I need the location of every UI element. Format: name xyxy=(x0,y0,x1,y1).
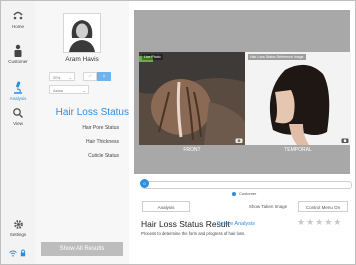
home-icon xyxy=(13,11,23,20)
menu-item-cuticle[interactable]: Cuticle Status xyxy=(35,153,119,159)
temporal-photo[interactable]: Hair Loss Status Reference Image xyxy=(245,52,351,145)
front-photo[interactable]: Live Photo xyxy=(139,52,245,145)
nav-customer[interactable]: Customer xyxy=(1,44,35,64)
gender-male-toggle[interactable]: ♂ xyxy=(83,72,97,81)
rating-stars: ★★★★★ xyxy=(297,217,343,227)
menu-item-hair-thickness[interactable]: Hair Thickness xyxy=(35,139,119,145)
timeline-knob[interactable]: 0 xyxy=(140,179,149,188)
customer-name: Aram Havis xyxy=(65,56,99,63)
image-viewer: Live Photo Hair Loss Status Reference Im… xyxy=(134,10,351,174)
avatar xyxy=(63,13,101,53)
app-window: Home Customer Analysis View Settings Ara… xyxy=(0,0,356,265)
microscope-icon xyxy=(14,81,22,94)
temporal-label: TEMPORAL xyxy=(284,147,312,153)
show-taken-image-button[interactable]: Show Taken Image xyxy=(244,201,292,212)
magnifier-icon xyxy=(13,108,24,119)
nav-view[interactable]: View xyxy=(1,107,35,126)
nav-home-label: Home xyxy=(11,24,24,29)
lock-icon xyxy=(20,249,26,257)
control-menu-button[interactable]: Control Menu On xyxy=(298,201,348,212)
before-analysis-link[interactable]: Before Analysis xyxy=(217,221,255,227)
ethnicity-value: Asian xyxy=(53,88,64,93)
result-description: Process to determine the form and progre… xyxy=(141,231,246,236)
legend-dot xyxy=(232,192,236,196)
person-icon xyxy=(14,44,22,57)
chevron-down-icon: ⌄ xyxy=(68,75,72,80)
male-icon: ♂ xyxy=(87,74,93,80)
temporal-tag: Hair Loss Status Reference Image xyxy=(248,54,306,60)
front-label: FRONT xyxy=(183,147,201,153)
analysis-button[interactable]: Analysis xyxy=(142,201,190,212)
timeline-knob-value: 0 xyxy=(143,181,146,186)
chevron-down-icon: ⌄ xyxy=(82,88,86,93)
nav-rail: Home Customer Analysis View Settings xyxy=(1,1,35,264)
nav-view-label: View xyxy=(13,121,23,126)
nav-settings-label: Settings xyxy=(9,232,27,237)
nav-settings[interactable]: Settings xyxy=(1,219,35,237)
age-value: 20's xyxy=(53,75,61,80)
show-all-results-button[interactable]: Show All Results xyxy=(41,242,123,256)
nav-analysis[interactable]: Analysis xyxy=(1,81,35,101)
menu-title[interactable]: Hair Loss Status xyxy=(35,107,129,118)
female-icon: ♀ xyxy=(101,74,107,80)
age-select[interactable]: 20's ⌄ xyxy=(49,72,75,81)
timeline-track[interactable] xyxy=(142,181,352,189)
gear-icon xyxy=(13,220,23,229)
ethnicity-select[interactable]: Asian ⌄ xyxy=(49,85,89,94)
avatar-silhouette-icon xyxy=(69,20,95,52)
status-icons xyxy=(9,249,29,258)
menu-item-hair-pore[interactable]: Hair Pore Status xyxy=(35,125,119,131)
camera-icon[interactable] xyxy=(235,137,243,143)
camera-icon[interactable] xyxy=(341,137,349,143)
gender-female-toggle[interactable]: ♀ xyxy=(97,72,111,81)
nav-analysis-label: Analysis xyxy=(9,96,27,101)
wifi-icon xyxy=(9,250,17,257)
customer-panel: Aram Havis 20's ⌄ ♂ ♀ Asian ⌄ Hair Loss … xyxy=(35,1,130,264)
main-area: Live Photo Hair Loss Status Reference Im… xyxy=(129,1,355,264)
front-tag: Live Photo xyxy=(142,54,163,60)
nav-customer-label: Customer xyxy=(8,59,28,64)
nav-home[interactable]: Home xyxy=(1,10,35,29)
scalp-photo xyxy=(139,52,245,145)
legend-label: Customer xyxy=(239,191,257,196)
side-profile-photo xyxy=(245,52,351,145)
